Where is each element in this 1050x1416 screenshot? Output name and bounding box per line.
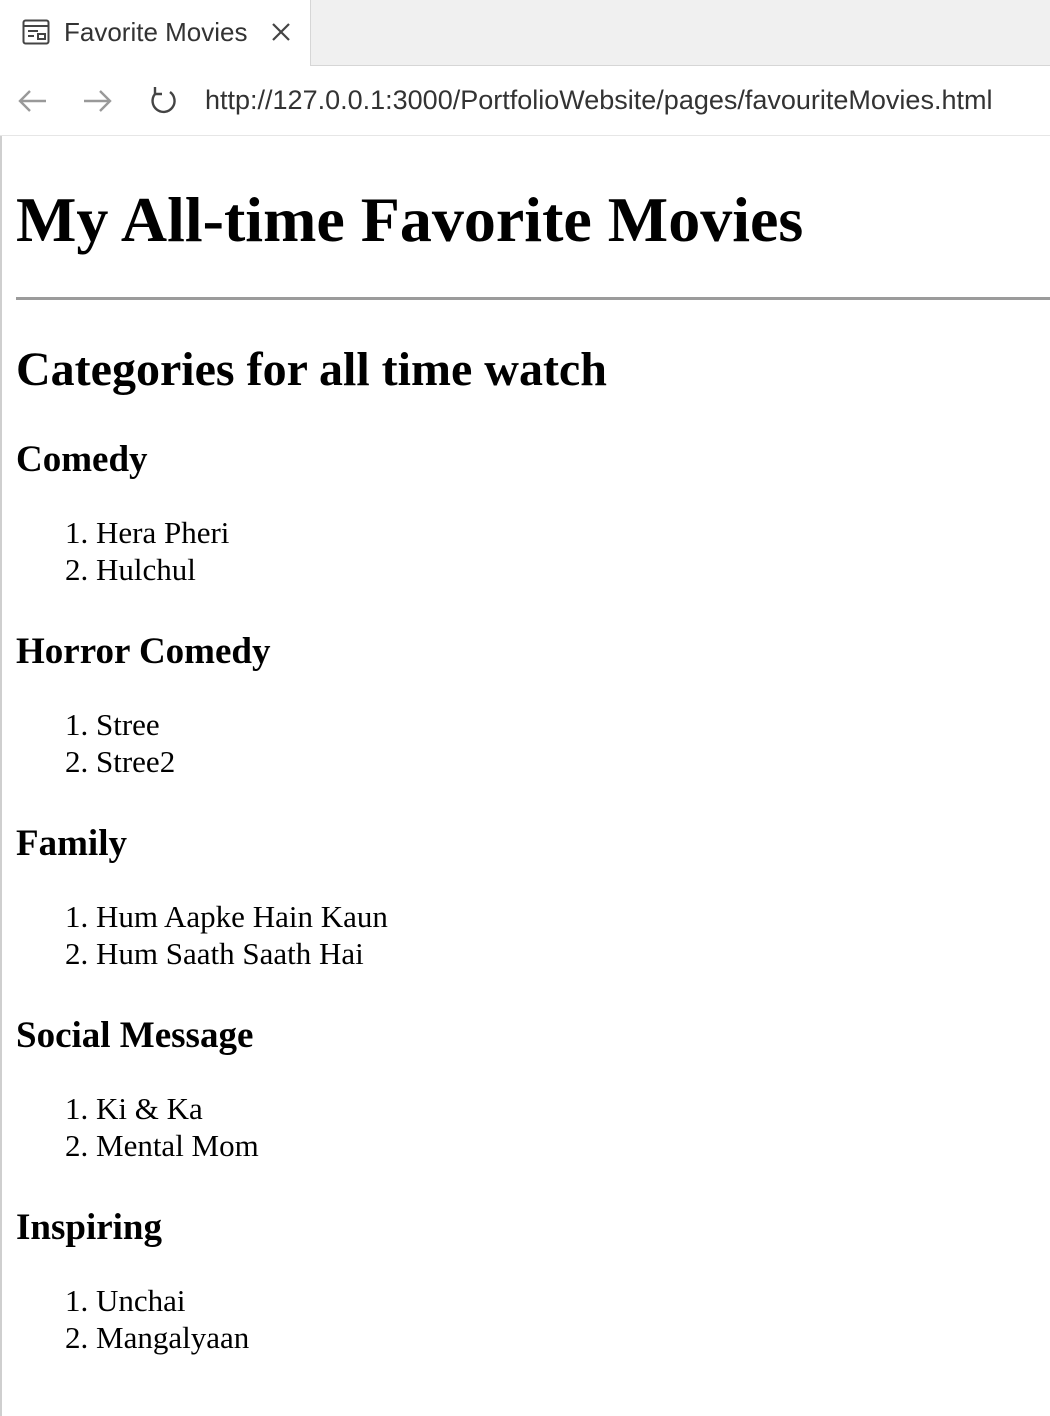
- category-heading: Inspiring: [16, 1207, 163, 1248]
- browser-tab[interactable]: Favorite Movies: [0, 0, 311, 66]
- close-icon[interactable]: [268, 19, 294, 45]
- tab-bar: Favorite Movies: [0, 0, 1050, 66]
- page-icon: [22, 19, 50, 45]
- tab-title: Favorite Movies: [64, 17, 248, 47]
- category-heading: Comedy: [16, 439, 148, 480]
- list-item: Hum Saath Saath Hai: [96, 935, 1016, 972]
- movie-list: Hera Pheri Hulchul: [16, 514, 1016, 588]
- divider: [16, 297, 1050, 300]
- address-bar[interactable]: http://127.0.0.1:3000/PortfolioWebsite/p…: [205, 83, 992, 117]
- list-item: Hulchul: [96, 551, 1016, 588]
- navigation-bar: http://127.0.0.1:3000/PortfolioWebsite/p…: [0, 66, 1050, 136]
- page-subtitle: Categories for all time watch: [16, 343, 607, 396]
- category-heading: Family: [16, 823, 127, 864]
- list-item: Stree2: [96, 743, 1016, 780]
- list-item: Ki & Ka: [96, 1090, 1016, 1127]
- category-heading: Horror Comedy: [16, 631, 271, 672]
- reload-icon[interactable]: [146, 84, 180, 118]
- category-comedy: Comedy Hera Pheri Hulchul: [16, 438, 1016, 588]
- category-family: Family Hum Aapke Hain Kaun Hum Saath Saa…: [16, 822, 1016, 972]
- window-edge: [0, 136, 2, 1416]
- category-social-message: Social Message Ki & Ka Mental Mom: [16, 1014, 1016, 1164]
- movie-list: Stree Stree2: [16, 706, 1016, 780]
- arrow-right-icon[interactable]: [80, 84, 114, 118]
- list-item: Mangalyaan: [96, 1319, 1016, 1356]
- movie-list: Hum Aapke Hain Kaun Hum Saath Saath Hai: [16, 898, 1016, 972]
- category-inspiring: Inspiring Unchai Mangalyaan: [16, 1206, 1016, 1356]
- category-heading: Social Message: [16, 1015, 254, 1056]
- arrow-left-icon[interactable]: [16, 84, 50, 118]
- page-title: My All-time Favorite Movies: [16, 184, 804, 255]
- movie-list: Unchai Mangalyaan: [16, 1282, 1016, 1356]
- movie-list: Ki & Ka Mental Mom: [16, 1090, 1016, 1164]
- list-item: Hera Pheri: [96, 514, 1016, 551]
- list-item: Hum Aapke Hain Kaun: [96, 898, 1016, 935]
- list-item: Mental Mom: [96, 1127, 1016, 1164]
- list-item: Unchai: [96, 1282, 1016, 1319]
- category-horror-comedy: Horror Comedy Stree Stree2: [16, 630, 1016, 780]
- list-item: Stree: [96, 706, 1016, 743]
